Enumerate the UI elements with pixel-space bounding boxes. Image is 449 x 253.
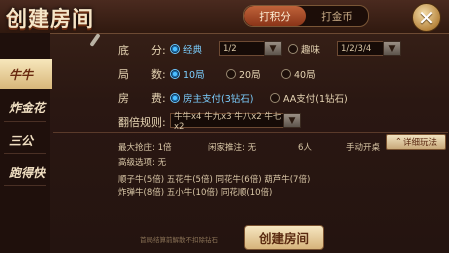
chevron-down-icon[interactable]: ▼ — [383, 41, 401, 56]
fee-aa-pay[interactable]: AA支付(1钻石) — [270, 91, 348, 105]
radio-empty-icon — [288, 44, 298, 54]
sidebar-item-niuniu[interactable]: 牛牛 — [0, 59, 52, 89]
rounds-option-label: 40局 — [294, 70, 316, 81]
radio-selected-icon — [170, 69, 180, 79]
create-room-button[interactable]: 创建房间 — [244, 225, 324, 250]
chevron-down-icon[interactable]: ▼ — [283, 113, 301, 128]
tab-score[interactable]: 打积分 — [244, 6, 306, 26]
dialog-header: 创建房间 打积分 打金币 ✕ — [0, 0, 449, 34]
detail-rules-label: 详细玩法 — [403, 138, 438, 148]
expand-icon: ⌃ — [394, 137, 403, 147]
manual-start-info: 手动开桌 — [346, 143, 381, 153]
radio-selected-icon — [170, 93, 180, 103]
classic-label: 经典 — [183, 45, 203, 56]
detail-rules-button[interactable]: ⌃ 详细玩法 — [386, 134, 446, 150]
chevron-down-icon[interactable]: ▼ — [264, 41, 282, 56]
fun-score-select[interactable]: 1/2/3/4 — [337, 41, 384, 56]
multiplier-select[interactable]: 牛牛x4 牛九x3 牛八x2 牛七x2 — [170, 112, 284, 132]
dialog-title: 创建房间 — [6, 7, 94, 31]
radio-empty-icon — [270, 93, 280, 103]
sidebar-item-paodekuai[interactable]: 跑得快 — [0, 157, 50, 187]
game-sidebar: 牛牛 炸金花 三公 跑得快 — [0, 33, 52, 253]
advanced-options-info: 高级选项: 无 — [118, 158, 167, 168]
room-fee-label: 房 费: — [118, 92, 166, 105]
sidebar-item-sangong[interactable]: 三公 — [0, 125, 50, 155]
fun-radio[interactable]: 趣味 — [288, 42, 320, 56]
base-score-label: 底 分: — [118, 44, 166, 57]
fee-owner-pay[interactable]: 房主支付(3钻石) — [170, 91, 253, 105]
pin-icon — [89, 33, 101, 47]
rounds-option-40[interactable]: 40局 — [281, 67, 316, 81]
classic-score-select[interactable]: 1/2 — [219, 41, 265, 56]
radio-selected-icon — [170, 44, 180, 54]
sidebar-item-zhajinhua[interactable]: 炸金花 — [0, 92, 50, 122]
special-hands-line-2: 炸弹牛(8倍) 五小牛(10倍) 同花顺(10倍) — [118, 188, 273, 198]
create-room-dialog: 创建房间 打积分 打金币 ✕ 牛牛 炸金花 三公 跑得快 底 分: 经典 1/2… — [0, 0, 449, 253]
players-info: 6人 — [298, 143, 312, 153]
close-icon[interactable]: ✕ — [412, 3, 441, 32]
rounds-option-label: 20局 — [239, 70, 261, 81]
classic-radio[interactable]: 经典 — [170, 42, 202, 56]
radio-empty-icon — [226, 69, 236, 79]
mode-tabs: 打积分 打金币 — [243, 5, 369, 27]
idle-push-info: 闲家推注: 无 — [208, 143, 257, 153]
tab-gold[interactable]: 打金币 — [306, 6, 368, 26]
fun-label: 趣味 — [301, 45, 321, 56]
rounds-option-10[interactable]: 10局 — [170, 67, 205, 81]
max-bet-info: 最大抢庄: 1倍 — [118, 143, 172, 153]
special-hands-line-1: 顺子牛(5倍) 五花牛(5倍) 同花牛(6倍) 葫芦牛(7倍) — [118, 175, 311, 185]
fee-option-label: 房主支付(3钻石) — [183, 94, 254, 105]
fee-option-label: AA支付(1钻石) — [283, 94, 348, 105]
radio-empty-icon — [281, 69, 291, 79]
multiplier-label: 翻倍规则: — [118, 116, 166, 129]
rounds-option-label: 10局 — [183, 70, 205, 81]
footer-note: 首局结算前解散不扣除钻石 — [140, 236, 218, 244]
section-divider — [53, 132, 448, 133]
rounds-option-20[interactable]: 20局 — [226, 67, 261, 81]
rounds-label: 局 数: — [118, 68, 166, 81]
